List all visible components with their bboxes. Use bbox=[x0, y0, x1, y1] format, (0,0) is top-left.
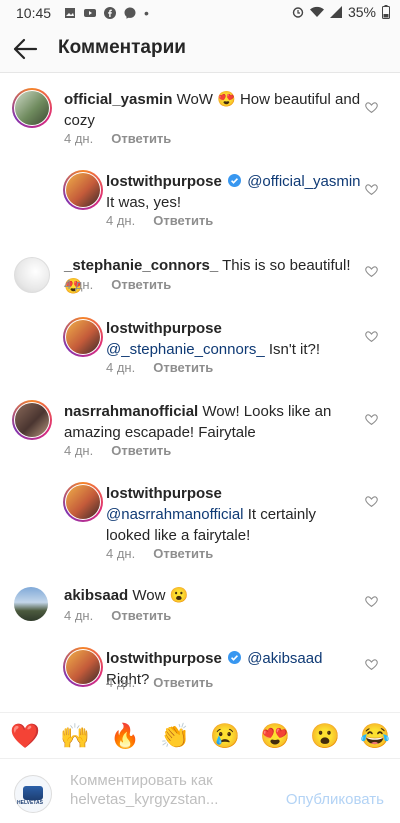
username[interactable]: lostwithpurpose bbox=[106, 173, 222, 190]
page-title: Комментарии bbox=[58, 37, 186, 58]
avatar[interactable] bbox=[66, 650, 100, 684]
comment-text: akibsaad Wow 😮 bbox=[64, 585, 364, 606]
comment-meta: 4 дн. Ответить bbox=[64, 443, 171, 458]
emoji-crying[interactable]: 😢 bbox=[209, 722, 241, 751]
comment-meta: 4 дн. Ответить bbox=[106, 213, 213, 228]
like-heart-icon[interactable] bbox=[365, 183, 378, 196]
emoji-quick-bar: ❤️ 🙌 🔥 👏 😢 😍 😮 😂 bbox=[0, 712, 400, 759]
emoji-heart-eyes[interactable]: 😍 bbox=[259, 722, 291, 751]
status-bar: 10:45 • 35% bbox=[0, 0, 400, 26]
reply-button[interactable]: Ответить bbox=[111, 277, 171, 292]
comment-age: 4 дн. bbox=[64, 443, 94, 458]
comment-age: 4 дн. bbox=[64, 131, 94, 146]
status-time: 10:45 bbox=[16, 5, 52, 21]
avatar[interactable] bbox=[14, 587, 48, 621]
mention-link[interactable]: @nasrrahmanofficial bbox=[106, 506, 244, 523]
comment-age: 4 дн. bbox=[64, 608, 94, 623]
current-user-avatar: HELVETAS bbox=[14, 775, 52, 813]
username[interactable]: lostwithpurpose bbox=[106, 650, 222, 667]
emoji-surprised[interactable]: 😮 bbox=[309, 722, 341, 751]
reply-button[interactable]: Ответить bbox=[111, 443, 171, 458]
avatar[interactable] bbox=[15, 403, 49, 437]
wifi-icon bbox=[309, 6, 324, 17]
battery-percent: 35% bbox=[347, 4, 376, 20]
comment-text: official_yasmin WoW 😍 How beautiful and … bbox=[64, 89, 364, 131]
comment-age: 4 дн. bbox=[106, 213, 136, 228]
comment-body: Wow 😮 bbox=[132, 587, 189, 604]
avatar-logo-text: HELVETAS bbox=[17, 800, 43, 806]
placeholder-line-2: helvetas_kyrgyzstan... bbox=[70, 791, 219, 808]
comment-meta: 4 дн. Ответить bbox=[64, 277, 171, 292]
username[interactable]: lostwithpurpose bbox=[106, 320, 222, 337]
comment-age: 4 дн. bbox=[106, 675, 136, 690]
reply-button[interactable]: Ответить bbox=[153, 213, 213, 228]
username[interactable]: official_yasmin bbox=[64, 91, 172, 108]
comments-list: official_yasmin WoW 😍 How beautiful and … bbox=[0, 72, 400, 712]
username[interactable]: _stephanie_connors_ bbox=[64, 257, 218, 274]
messenger-icon bbox=[124, 7, 136, 19]
username[interactable]: akibsaad bbox=[64, 587, 128, 604]
reply-button[interactable]: Ответить bbox=[111, 131, 171, 146]
comment-input[interactable]: Комментировать как helvetas_kyrgyzstan..… bbox=[70, 771, 280, 809]
comment-body: Isn't it?! bbox=[268, 341, 321, 358]
like-heart-icon[interactable] bbox=[365, 330, 378, 343]
post-button[interactable]: Опубликовать bbox=[286, 791, 384, 808]
video-icon bbox=[84, 9, 96, 17]
avatar[interactable] bbox=[14, 257, 50, 293]
like-heart-icon[interactable] bbox=[365, 413, 378, 426]
facebook-icon bbox=[104, 7, 116, 19]
comment-body: It was, yes! bbox=[106, 194, 182, 211]
reply-button[interactable]: Ответить bbox=[153, 360, 213, 375]
like-heart-icon[interactable] bbox=[365, 595, 378, 608]
placeholder-line-1: Комментировать как bbox=[70, 772, 213, 789]
username[interactable]: lostwithpurpose bbox=[106, 485, 222, 502]
status-right: 35% bbox=[292, 4, 390, 20]
gallery-icon bbox=[65, 8, 75, 18]
comment-meta: 4 дн. Ответить bbox=[106, 546, 213, 561]
reply-button[interactable]: Ответить bbox=[153, 675, 213, 690]
signal-icon bbox=[329, 6, 342, 18]
mention-link[interactable]: @official_yasmin bbox=[247, 173, 360, 190]
reply-button[interactable]: Ответить bbox=[153, 546, 213, 561]
like-heart-icon[interactable] bbox=[365, 495, 378, 508]
avatar[interactable] bbox=[15, 91, 49, 125]
verified-badge-icon bbox=[228, 651, 242, 664]
battery-icon bbox=[382, 5, 390, 19]
comment-text: lostwithpurpose @official_yasmin It was,… bbox=[106, 171, 361, 213]
reply-button[interactable]: Ответить bbox=[111, 608, 171, 623]
avatar[interactable] bbox=[66, 320, 100, 354]
comment-age: 4 дн. bbox=[106, 546, 136, 561]
avatar[interactable] bbox=[66, 485, 100, 519]
comment-meta: 4 дн. Ответить bbox=[106, 675, 213, 690]
username[interactable]: nasrrahmanofficial bbox=[64, 403, 198, 420]
like-heart-icon[interactable] bbox=[365, 658, 378, 671]
header: Комментарии bbox=[0, 26, 400, 73]
mention-link[interactable]: @_stephanie_connors_ bbox=[106, 341, 265, 358]
emoji-fire[interactable]: 🔥 bbox=[109, 722, 141, 751]
back-arrow-icon[interactable] bbox=[12, 36, 38, 62]
emoji-raising-hands[interactable]: 🙌 bbox=[59, 722, 91, 751]
comment-meta: 4 дн. Ответить bbox=[64, 608, 171, 623]
like-heart-icon[interactable] bbox=[365, 101, 378, 114]
comment-meta: 4 дн. Ответить bbox=[64, 131, 171, 146]
notification-icons: • bbox=[64, 5, 149, 21]
emoji-heart[interactable]: ❤️ bbox=[9, 722, 41, 751]
emoji-clapping[interactable]: 👏 bbox=[159, 722, 191, 751]
comment-text: nasrrahmanofficial Wow! Looks like an am… bbox=[64, 401, 364, 443]
emoji-laughing[interactable]: 😂 bbox=[359, 722, 391, 751]
comment-age: 4 дн. bbox=[106, 360, 136, 375]
alarm-icon bbox=[292, 7, 304, 18]
like-heart-icon[interactable] bbox=[365, 265, 378, 278]
comment-text: lostwithpurpose @nasrrahmanofficial It c… bbox=[106, 483, 361, 546]
comment-age: 4 дн. bbox=[64, 277, 94, 292]
more-notifications-icon: • bbox=[144, 5, 149, 21]
avatar[interactable] bbox=[66, 173, 100, 207]
comment-composer: HELVETAS Комментировать как helvetas_kyr… bbox=[0, 758, 400, 823]
comment-text: lostwithpurpose @_stephanie_connors_ Isn… bbox=[106, 318, 361, 360]
mention-link[interactable]: @akibsaad bbox=[247, 650, 322, 667]
comment-meta: 4 дн. Ответить bbox=[106, 360, 213, 375]
verified-badge-icon bbox=[228, 174, 242, 187]
